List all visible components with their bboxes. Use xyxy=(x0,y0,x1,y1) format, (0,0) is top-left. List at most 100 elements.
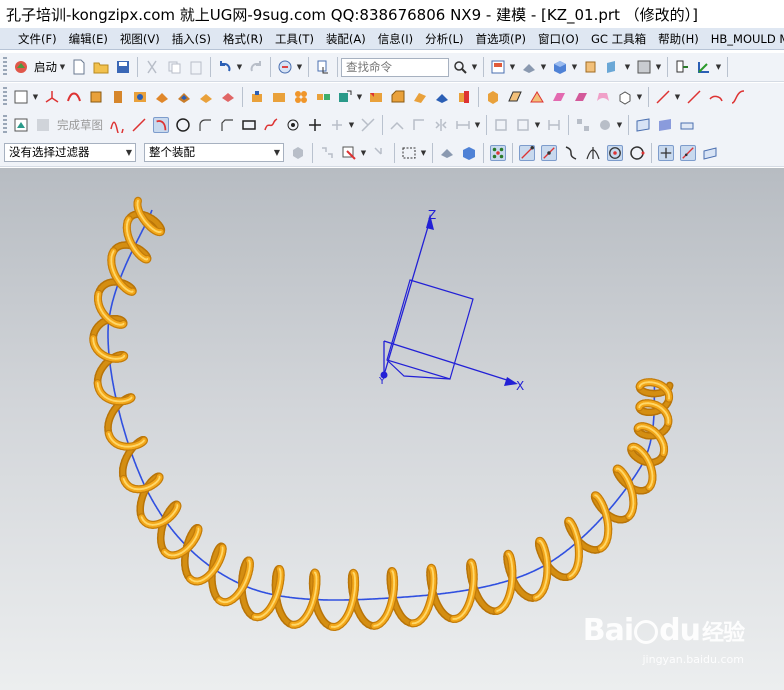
end-point-icon[interactable] xyxy=(519,144,535,161)
profile-icon[interactable] xyxy=(109,117,125,133)
chevron-down-icon[interactable]: ▼ xyxy=(624,59,631,75)
mid-point-icon[interactable] xyxy=(541,144,557,161)
snap-points-icon[interactable] xyxy=(490,144,506,161)
menu-preferences[interactable]: 首选项(P) xyxy=(470,28,532,49)
chamfer-sketch-icon[interactable] xyxy=(219,117,235,133)
wcs-display-icon[interactable] xyxy=(674,59,690,75)
layer-view-icon[interactable] xyxy=(605,59,621,75)
arc-center-icon[interactable] xyxy=(607,144,623,161)
menu-insert[interactable]: 插入(S) xyxy=(166,28,217,49)
spring-coil[interactable] xyxy=(89,196,674,631)
body-selection-icon[interactable] xyxy=(439,145,455,161)
circle-icon[interactable] xyxy=(175,117,191,133)
toolbar-grip[interactable] xyxy=(3,87,7,107)
chevron-down-icon[interactable]: ▼ xyxy=(655,59,662,75)
fit-view-icon[interactable] xyxy=(490,59,506,75)
command-search-input[interactable] xyxy=(341,57,449,77)
finish-sketch-button[interactable]: 完成草图 xyxy=(57,117,103,133)
replace-face-icon[interactable] xyxy=(617,89,633,105)
line-points-icon[interactable] xyxy=(686,89,702,105)
intersection-icon[interactable] xyxy=(585,145,601,161)
shaded-cube-icon[interactable] xyxy=(552,59,568,75)
mirror-icon[interactable] xyxy=(315,89,331,105)
pattern-icon[interactable] xyxy=(293,89,309,105)
general-selection-icon[interactable] xyxy=(319,145,335,161)
reattach-icon[interactable] xyxy=(657,117,673,133)
chevron-down-icon[interactable]: ▼ xyxy=(616,117,623,133)
line-icon[interactable] xyxy=(655,89,671,105)
rectangle-icon[interactable] xyxy=(241,117,257,133)
repeat-command-icon[interactable] xyxy=(277,59,293,75)
search-icon[interactable] xyxy=(452,59,468,75)
studio-spline-icon[interactable] xyxy=(263,117,279,133)
revolve-icon[interactable] xyxy=(110,89,126,105)
menu-analysis[interactable]: 分析(L) xyxy=(419,28,469,49)
new-file-icon[interactable] xyxy=(71,59,87,75)
chevron-down-icon[interactable]: ▼ xyxy=(360,145,367,161)
scale-body-icon[interactable] xyxy=(529,89,545,105)
copy-icon[interactable] xyxy=(166,59,182,75)
start-button[interactable]: 启动 xyxy=(34,59,57,75)
chevron-down-icon[interactable]: ▼ xyxy=(59,59,66,75)
control-point-icon[interactable] xyxy=(563,145,579,161)
dimension-icon[interactable] xyxy=(455,117,471,133)
open-folder-icon[interactable] xyxy=(93,59,109,75)
background-color-icon[interactable] xyxy=(636,59,652,75)
toolbar-grip[interactable] xyxy=(3,57,7,77)
chevron-down-icon[interactable]: ▼ xyxy=(356,89,363,105)
selection-scope-select[interactable]: 整个装配 ▼ xyxy=(144,143,284,162)
show-constraints-icon[interactable] xyxy=(515,117,531,133)
draft-icon[interactable] xyxy=(434,89,450,105)
extract-geometry-icon[interactable] xyxy=(337,89,353,105)
boss-icon[interactable] xyxy=(154,89,170,105)
save-icon[interactable] xyxy=(115,59,131,75)
mirror-curve-icon[interactable] xyxy=(433,117,449,133)
pad-icon[interactable] xyxy=(198,89,214,105)
face-selection-icon[interactable] xyxy=(461,145,477,161)
part-navigator-icon[interactable] xyxy=(290,145,306,161)
chevron-down-icon[interactable]: ▼ xyxy=(471,59,478,75)
offset-curve-icon[interactable] xyxy=(329,117,345,133)
redo-icon[interactable] xyxy=(248,59,264,75)
spline-icon[interactable] xyxy=(730,89,746,105)
model-view[interactable]: Z X Y xyxy=(0,168,784,690)
chevron-down-icon[interactable]: ▼ xyxy=(571,59,578,75)
surface-icon[interactable] xyxy=(595,89,611,105)
curve-icon[interactable] xyxy=(66,89,82,105)
trim-body-icon[interactable] xyxy=(456,89,472,105)
offset-face-icon[interactable] xyxy=(507,89,523,105)
menu-format[interactable]: 格式(R) xyxy=(217,28,269,49)
shell-icon[interactable] xyxy=(412,89,428,105)
rectangle-selection-icon[interactable] xyxy=(401,145,417,161)
menu-help[interactable]: 帮助(H) xyxy=(652,28,705,49)
orient-view-icon[interactable] xyxy=(583,59,599,75)
touch-mode-icon[interactable] xyxy=(315,59,331,75)
sketch-icon[interactable] xyxy=(13,89,29,105)
auto-constrain-icon[interactable] xyxy=(546,117,562,133)
make-corner-icon[interactable] xyxy=(411,117,427,133)
geometric-constraint-icon[interactable] xyxy=(493,117,509,133)
slot-icon[interactable] xyxy=(220,89,236,105)
menu-hb-mould[interactable]: HB_MOULD M6 xyxy=(705,28,784,49)
chevron-down-icon[interactable]: ▼ xyxy=(509,59,516,75)
paste-icon[interactable] xyxy=(188,59,204,75)
arc-icon[interactable] xyxy=(708,89,724,105)
wcs-orient-icon[interactable] xyxy=(696,59,712,75)
chevron-down-icon[interactable]: ▼ xyxy=(540,59,547,75)
sketch-line-icon[interactable] xyxy=(131,117,147,133)
alternate-solution-icon[interactable] xyxy=(575,117,591,133)
chevron-down-icon[interactable]: ▼ xyxy=(32,89,39,105)
quick-extend-icon[interactable] xyxy=(389,117,405,133)
existing-point-icon[interactable] xyxy=(658,144,674,161)
toolbar-grip[interactable] xyxy=(3,115,7,135)
start-icon[interactable] xyxy=(13,59,29,75)
graphics-viewport[interactable]: Z X Y Bai du经验 jingyan.baidu.com xyxy=(0,168,784,690)
sketch-task-icon[interactable] xyxy=(13,117,29,133)
undo-icon[interactable] xyxy=(217,59,233,75)
sew-icon[interactable] xyxy=(551,89,567,105)
quick-trim-icon[interactable] xyxy=(360,117,376,133)
menu-gc-toolbox[interactable]: GC 工具箱 xyxy=(585,28,652,49)
quadrant-point-icon[interactable] xyxy=(629,145,645,161)
point-on-curve-icon[interactable] xyxy=(680,144,696,161)
menu-edit[interactable]: 编辑(E) xyxy=(63,28,114,49)
